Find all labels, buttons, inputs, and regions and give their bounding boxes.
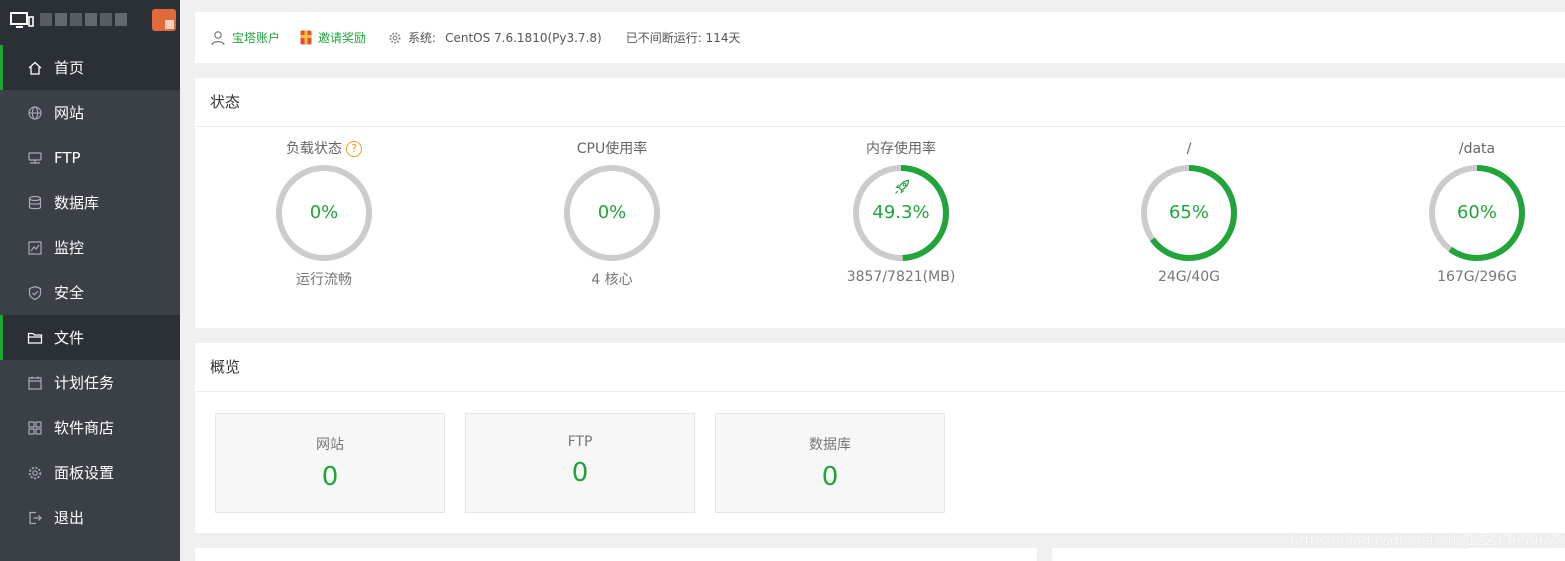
gear-icon xyxy=(27,465,43,481)
sidebar-item-logout[interactable]: 退出 xyxy=(0,495,180,540)
sidebar-item-settings[interactable]: 面板设置 xyxy=(0,450,180,495)
gauge-3[interactable]: / 65% 24G/40G xyxy=(1099,140,1279,285)
sidebar-item-security[interactable]: 安全 xyxy=(0,270,180,315)
system-value: CentOS 7.6.1810(Py3.7.8) xyxy=(445,30,602,45)
overview-card-value: 0 xyxy=(821,462,839,492)
gauge-subtext: 运行流畅 xyxy=(296,272,352,288)
gauge-value: 0% xyxy=(597,202,627,223)
gauge-subtext: 24G/40G xyxy=(1157,269,1221,285)
overview-card-database[interactable]: 数据库 0 xyxy=(715,413,945,513)
gauge-title-text: 内存使用率 xyxy=(866,141,936,157)
server-name-blurred xyxy=(40,13,127,26)
apps-grid-icon xyxy=(27,420,43,436)
logout-icon xyxy=(27,510,43,526)
sidebar-item-monitor[interactable]: 监控 xyxy=(0,225,180,270)
sidebar-item-ftp[interactable]: FTP xyxy=(0,135,180,180)
folder-icon xyxy=(27,330,43,346)
gauge-title: CPU使用率 xyxy=(522,140,702,158)
bottom-panel-left xyxy=(195,548,1037,561)
invite-label: 邀请奖励 xyxy=(318,31,367,45)
gauge-title-text: 负载状态 xyxy=(286,141,342,157)
overview-card-ftp[interactable]: FTP 0 xyxy=(465,413,695,513)
gauge-1[interactable]: CPU使用率 0% 4 核心 xyxy=(522,140,702,289)
gauge-2[interactable]: 内存使用率 49.3% 3857/7821(MB) xyxy=(811,140,991,285)
sidebar-header xyxy=(0,0,180,45)
sidebar-item-label: 软件商店 xyxy=(54,419,115,437)
gift-icon xyxy=(300,30,312,45)
sidebar: 首页 网站 FTP 数据库 监控 安全 文件 计划任务 软件商店 面板设置 退出 xyxy=(0,0,180,561)
gauge-title: / xyxy=(1099,140,1279,158)
gauge-title: 负载状态? xyxy=(234,140,414,158)
help-icon[interactable]: ? xyxy=(346,141,362,157)
gauge-value: 65% xyxy=(1168,202,1209,223)
gauge-value: 0% xyxy=(309,202,339,223)
overview-card-value: 0 xyxy=(571,458,589,488)
gauge-0[interactable]: 负载状态? 0% 运行流畅 xyxy=(234,140,414,289)
sidebar-item-label: 数据库 xyxy=(54,194,100,212)
gear-icon xyxy=(389,31,401,44)
avatar[interactable] xyxy=(152,9,176,31)
gauge-title-text: /data xyxy=(1458,141,1496,157)
gauge-ring: 60% xyxy=(1427,163,1527,263)
sidebar-item-label: 监控 xyxy=(54,239,85,257)
sidebar-item-website[interactable]: 网站 xyxy=(0,90,180,135)
gauge-ring: 0% xyxy=(274,163,374,263)
overview-card-website[interactable]: 网站 0 xyxy=(215,413,445,513)
overview-panel: 概览 网站 0 FTP 0 数据库 0 xyxy=(195,343,1565,533)
sidebar-item-label: 面板设置 xyxy=(54,464,115,482)
gauge-4[interactable]: /data 60% 167G/296G xyxy=(1387,140,1565,285)
gauge-ring: 0% xyxy=(562,163,662,263)
gauge-title-text: CPU使用率 xyxy=(576,141,648,157)
ftp-icon xyxy=(27,150,43,166)
sidebar-nav: 首页 网站 FTP 数据库 监控 安全 文件 计划任务 软件商店 面板设置 退出 xyxy=(0,45,180,540)
gauge-ring: 49.3% xyxy=(851,163,951,263)
uptime-text: 已不间断运行: 114天 xyxy=(625,31,741,45)
watermark: https://blog.csdn.net/chj_1224365967 xyxy=(1290,533,1557,549)
sidebar-item-label: 退出 xyxy=(54,509,85,527)
gauge-value: 49.3% xyxy=(872,202,930,223)
calendar-icon xyxy=(27,375,43,391)
gauge-subtext: 167G/296G xyxy=(1437,269,1517,285)
home-icon xyxy=(27,60,43,76)
sidebar-item-database[interactable]: 数据库 xyxy=(0,180,180,225)
sidebar-item-label: 网站 xyxy=(54,104,85,122)
overview-card-label: FTP xyxy=(567,434,593,450)
system-info: 系统: CentOS 7.6.1810(Py3.7.8) xyxy=(388,29,602,46)
status-panel: 状态 负载状态? 0% 运行流畅 CPU使用率 0% 4 核心 内存使用率 49.3% 3857… xyxy=(195,78,1565,328)
sidebar-item-label: 安全 xyxy=(54,284,85,302)
invite-link[interactable]: 邀请奖励 xyxy=(300,29,366,46)
overview-title: 概览 xyxy=(195,343,1565,392)
sidebar-item-label: FTP xyxy=(54,148,81,167)
gauge-subtext: 4 核心 xyxy=(591,272,633,288)
sidebar-item-store[interactable]: 软件商店 xyxy=(0,405,180,450)
sidebar-item-label: 文件 xyxy=(54,329,85,347)
sidebar-item-cron[interactable]: 计划任务 xyxy=(0,360,180,405)
bottom-panel-right xyxy=(1052,548,1565,561)
gauge-title: /data xyxy=(1387,140,1565,158)
overview-card-label: 数据库 xyxy=(809,437,851,453)
top-info-bar: 宝塔账户 邀请奖励 系统: CentOS 7.6.1810(Py3.7.8) 已… xyxy=(195,12,1565,63)
sidebar-item-home[interactable]: 首页 xyxy=(0,45,180,90)
account-link[interactable]: 宝塔账户 xyxy=(210,29,280,46)
system-label: 系统: xyxy=(408,31,437,45)
monitor-chart-icon xyxy=(27,240,43,256)
sidebar-item-label: 首页 xyxy=(54,59,85,77)
gauge-title: 内存使用率 xyxy=(811,140,991,158)
gauge-title-text: / xyxy=(1186,141,1192,157)
globe-icon xyxy=(27,105,43,121)
gauge-subtext: 3857/7821(MB) xyxy=(846,269,956,285)
status-title: 状态 xyxy=(195,78,1565,127)
database-icon xyxy=(27,195,43,211)
shield-icon xyxy=(27,285,43,301)
overview-card-value: 0 xyxy=(321,462,339,492)
gauge-value: 60% xyxy=(1456,202,1497,223)
monitor-icon xyxy=(10,11,34,31)
account-label: 宝塔账户 xyxy=(232,31,281,45)
user-icon xyxy=(211,30,225,45)
sidebar-item-files[interactable]: 文件 xyxy=(0,315,180,360)
sidebar-item-label: 计划任务 xyxy=(54,374,115,392)
gauge-ring: 65% xyxy=(1139,163,1239,263)
overview-card-label: 网站 xyxy=(316,437,344,453)
